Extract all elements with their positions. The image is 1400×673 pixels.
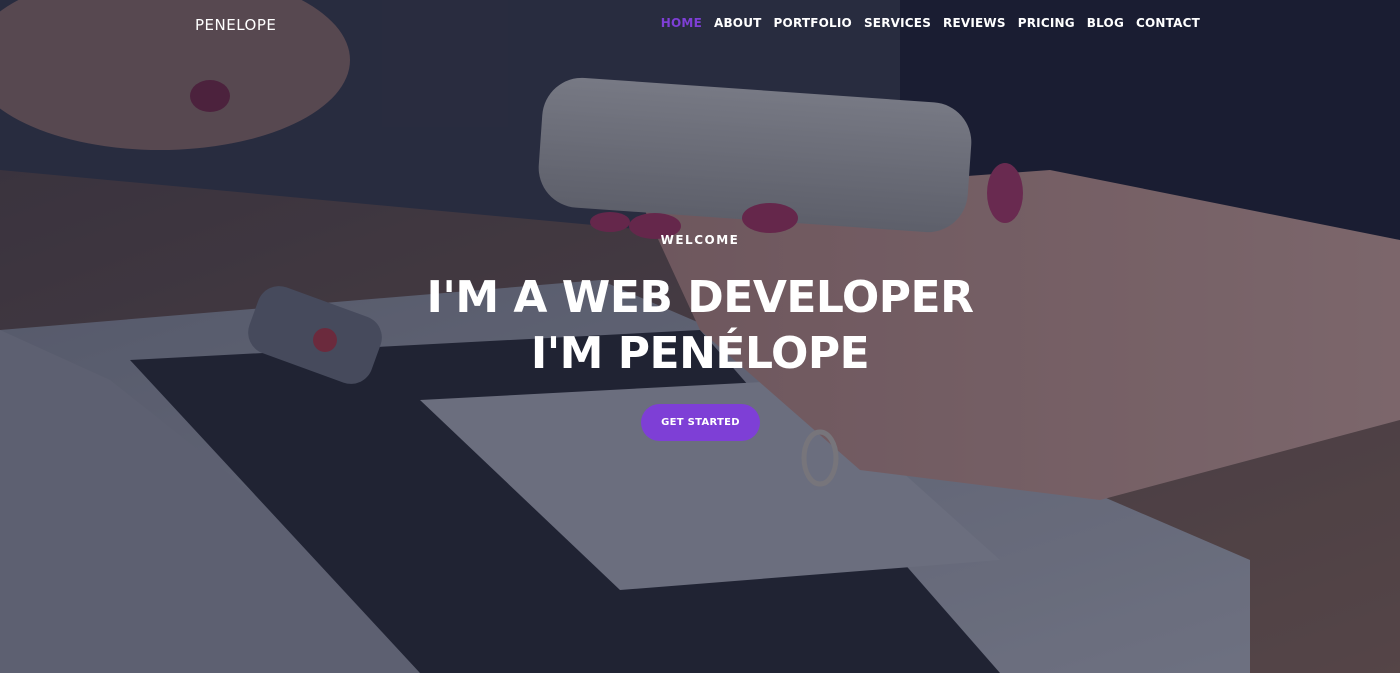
nav-menu: HOME ABOUT PORTFOLIO SERVICES REVIEWS PR… [649,16,1200,30]
nav-item-portfolio[interactable]: PORTFOLIO [774,16,852,30]
brand-logo[interactable]: PENELOPE [195,16,276,34]
hero-headline-line-2: I'M PENÉLOPE [530,328,870,379]
get-started-button[interactable]: GET STARTED [641,404,760,441]
hero-section: PENELOPE HOME ABOUT PORTFOLIO SERVICES R… [0,0,1400,673]
nav-item-pricing[interactable]: PRICING [1018,16,1075,30]
hero-headline: I'M A WEB DEVELOPER I'M PENÉLOPE [0,270,1400,382]
hero-headline-line-1: I'M A WEB DEVELOPER [426,272,974,323]
nav-item-reviews[interactable]: REVIEWS [943,16,1006,30]
hero-eyebrow: WELCOME [660,233,740,247]
nav-item-home[interactable]: HOME [661,16,702,30]
nav-item-contact[interactable]: CONTACT [1136,16,1200,30]
navbar: PENELOPE HOME ABOUT PORTFOLIO SERVICES R… [0,0,1400,48]
nav-item-blog[interactable]: BLOG [1087,16,1124,30]
nav-item-about[interactable]: ABOUT [714,16,762,30]
nav-item-services[interactable]: SERVICES [864,16,931,30]
